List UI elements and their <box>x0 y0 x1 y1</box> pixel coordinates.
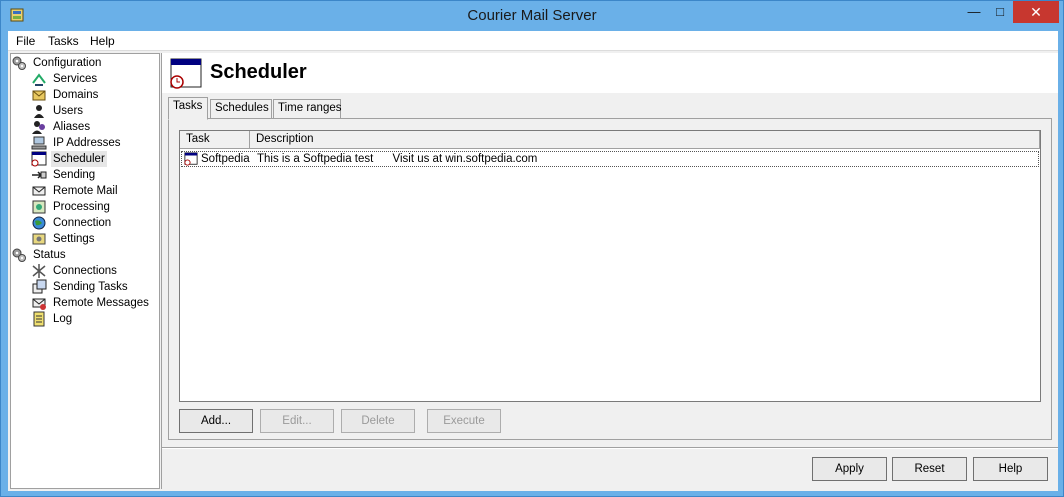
apply-button[interactable]: Apply <box>812 457 887 481</box>
domains-icon <box>32 90 46 101</box>
separator-highlight <box>162 448 1058 449</box>
tab-time-ranges[interactable]: Time ranges <box>273 99 342 118</box>
users-icon <box>34 105 44 118</box>
remote-messages-icon <box>32 298 46 310</box>
table-row[interactable]: Softpedia This is a Softpedia test Visit… <box>181 151 1039 167</box>
execute-button[interactable]: Execute <box>427 409 501 433</box>
close-button[interactable]: ✕ <box>1013 1 1059 23</box>
processing-icon <box>32 200 46 214</box>
gears-icon <box>12 248 26 262</box>
menu-bar: File Tasks Help <box>8 31 1058 51</box>
tab-tasks[interactable]: Tasks <box>168 97 208 120</box>
add-button[interactable]: Add... <box>179 409 253 433</box>
navigation-tree: Configuration Services Domains Users Ali… <box>10 53 160 489</box>
list-header: Task Description <box>180 131 1040 149</box>
help-button[interactable]: Help <box>973 457 1048 481</box>
title-bar: Courier Mail Server — □ ✕ <box>1 1 1063 31</box>
reset-button[interactable]: Reset <box>892 457 967 481</box>
menu-tasks[interactable]: Tasks <box>48 34 79 48</box>
page-title: Scheduler <box>210 61 307 83</box>
client-area: File Tasks Help Configuration Services D… <box>8 31 1058 491</box>
row-task-cell: Softpedia <box>201 153 250 165</box>
tasks-tab-panel: Task Description Softpedia This is a Sof… <box>168 118 1052 440</box>
content-panel: Scheduler Tasks Schedules Time ranges Ta… <box>161 53 1058 489</box>
panel-header: Scheduler <box>162 53 1058 93</box>
globe-icon <box>32 216 46 230</box>
network-icon <box>31 136 47 150</box>
connections-icon <box>32 264 46 278</box>
gears-icon <box>12 56 26 70</box>
tasks-list[interactable]: Task Description Softpedia This is a Sof… <box>179 130 1041 402</box>
main-window: Courier Mail Server — □ ✕ File Tasks Hel… <box>0 0 1064 497</box>
column-header-description[interactable]: Description <box>250 131 1040 148</box>
remote-mail-icon <box>32 186 46 196</box>
maximize-button[interactable]: □ <box>987 1 1013 23</box>
column-header-task[interactable]: Task <box>180 131 250 148</box>
aliases-icon <box>32 121 45 134</box>
menu-file[interactable]: File <box>16 34 35 48</box>
sending-tasks-icon <box>32 279 47 294</box>
tab-schedules[interactable]: Schedules <box>210 99 272 118</box>
log-icon <box>33 311 45 327</box>
edit-button[interactable]: Edit... <box>260 409 334 433</box>
sending-icon <box>32 171 47 179</box>
scheduler-icon <box>170 58 202 89</box>
menu-help[interactable]: Help <box>90 34 115 48</box>
services-icon <box>32 73 46 86</box>
settings-icon <box>32 233 46 245</box>
scheduler-icon <box>31 151 47 167</box>
delete-button[interactable]: Delete <box>341 409 415 433</box>
row-description-cell: This is a Softpedia test Visit us at win… <box>257 153 538 165</box>
task-icon <box>184 152 198 166</box>
window-title: Courier Mail Server <box>467 7 597 24</box>
minimize-button[interactable]: — <box>961 1 987 23</box>
